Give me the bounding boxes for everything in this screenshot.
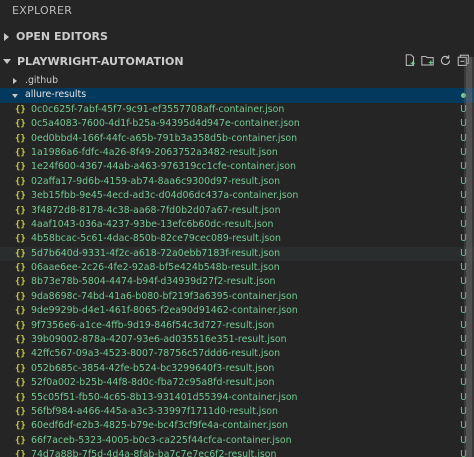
file-item[interactable]: {} 0c0c625f-7abf-45f7-9c91-ef3557708aff-c…	[0, 103, 474, 117]
json-file-icon: {}	[15, 205, 26, 216]
file-item[interactable]: {} 052b685c-3854-42fe-b524-bc3299640f3-re…	[0, 362, 474, 376]
json-file-icon: {}	[15, 119, 26, 130]
file-item[interactable]: {} 02affa17-9d6b-4159-ab74-8aa6c9300d97-r…	[0, 175, 474, 189]
refresh-icon[interactable]	[438, 53, 452, 67]
json-file-icon: {}	[15, 133, 26, 144]
file-label: 06aae6ee-2c26-4fe2-92a8-bf5e424b548b-res…	[31, 262, 280, 274]
file-label: 1e24f600-4367-44ab-a463-976319cc1cfe-con…	[31, 161, 296, 173]
chevron-down-icon	[12, 93, 18, 98]
json-file-icon: {}	[15, 291, 26, 302]
json-file-icon: {}	[15, 320, 26, 331]
file-label: 52f0a002-b25b-44f8-8d0c-fba72c95a8fd-res…	[31, 377, 275, 389]
file-item[interactable]: {} 56fbf984-a466-445a-a3c3-33997f1711d0-r…	[0, 405, 474, 419]
file-label: 02affa17-9d6b-4159-ab74-8aa6c9300d97-res…	[31, 175, 281, 187]
json-file-icon: {}	[15, 104, 26, 115]
file-item[interactable]: {} 9f7356e6-a1ce-4ffb-9d19-846f54c3d727-r…	[0, 319, 474, 333]
section-open-editors[interactable]: OPEN EDITORS	[0, 28, 474, 45]
file-label: 9de9929b-d4e1-461f-8065-f2ea90d91462-con…	[31, 305, 298, 317]
file-item[interactable]: {} 9da8698c-74bd-41a6-b080-bf219f3a6395-c…	[0, 290, 474, 304]
json-file-icon: {}	[15, 421, 26, 432]
file-list: {} 0c0c625f-7abf-45f7-9c91-ef3557708aff-c…	[0, 103, 474, 457]
file-item[interactable]: {} 5d7b640d-9331-4f2c-a618-72a0ebb7183f-r…	[0, 246, 474, 262]
file-label: 60edf6df-e2b3-4825-b79e-bc4f3cf9fe4a-con…	[31, 420, 288, 432]
json-file-icon: {}	[15, 392, 26, 403]
file-tree: .github allure-results {} 0c0c625f-7abf-4…	[0, 74, 474, 457]
folder-label: allure-results	[25, 89, 87, 101]
json-file-icon: {}	[15, 378, 26, 389]
json-file-icon: {}	[15, 277, 26, 288]
file-item[interactable]: {} 52f0a002-b25b-44f8-8d0c-fba72c95a8fd-r…	[0, 376, 474, 390]
scrollbar-thumb[interactable]	[466, 57, 472, 457]
file-label: 4aaf1043-036a-4237-93be-13efc6b60dc-resu…	[31, 218, 274, 230]
file-label: 42ffc567-09a3-4523-8007-78756c57ddd6-res…	[31, 348, 281, 360]
folder-allure-results[interactable]: allure-results	[0, 88, 474, 103]
file-label: 39b09002-878a-4207-93e6-ad035516e351-res…	[31, 334, 287, 346]
section-project[interactable]: PLAYWRIGHT-AUTOMATION	[0, 53, 474, 70]
file-item[interactable]: {} 66f7aceb-5323-4005-b0c3-ca225f44cfca-c…	[0, 434, 474, 448]
json-file-icon: {}	[15, 406, 26, 417]
json-file-icon: {}	[15, 219, 26, 230]
explorer-panel: EXPLORER OPEN EDITORS PLAYWRIGHT-AUTOMAT…	[0, 0, 474, 457]
json-file-icon: {}	[15, 162, 26, 173]
chevron-down-icon	[3, 59, 11, 64]
file-label: 3f4872d8-8178-4c38-aa68-7fd0b2d07a67-res…	[31, 204, 281, 216]
folder-github[interactable]: .github	[0, 74, 474, 88]
file-label: 0c5a4083-7600-4d1f-b25a-94395d4d947e-con…	[31, 118, 300, 130]
json-file-icon: {}	[15, 248, 26, 259]
json-file-icon: {}	[15, 176, 26, 187]
file-item[interactable]: {} 1e24f600-4367-44ab-a463-976319cc1cfe-c…	[0, 160, 474, 174]
file-item[interactable]: {} 3eb15fbb-9e45-4ecd-ad3c-d04d06dc437a-c…	[0, 189, 474, 203]
folder-label: .github	[25, 75, 59, 86]
scrollbar[interactable]	[464, 57, 474, 457]
file-label: 9da8698c-74bd-41a6-b080-bf219f3a6395-con…	[31, 290, 298, 302]
json-file-icon: {}	[15, 363, 26, 374]
json-file-icon: {}	[15, 191, 26, 202]
json-file-icon: {}	[15, 263, 26, 274]
file-item[interactable]: {} 4aaf1043-036a-4237-93be-13efc6b60dc-re…	[0, 218, 474, 232]
chevron-right-icon	[4, 32, 9, 41]
file-item[interactable]: {} 1a1986a6-fdfc-4a26-8f49-2063752a3482-r…	[0, 146, 474, 160]
file-item[interactable]: {} 3f4872d8-8178-4c38-aa68-7fd0b2d07a67-r…	[0, 204, 474, 218]
file-label: 052b685c-3854-42fe-b524-bc3299640f3-resu…	[31, 362, 275, 374]
file-item[interactable]: {} 74d7a88b-7f5d-4d4a-8fab-ba7c7e7ec6f2-r…	[0, 448, 474, 457]
file-label: 1a1986a6-fdfc-4a26-8f49-2063752a3482-res…	[31, 146, 278, 158]
new-folder-icon[interactable]	[420, 53, 434, 67]
file-item[interactable]: {} 9de9929b-d4e1-461f-8065-f2ea90d91462-c…	[0, 304, 474, 318]
chevron-right-icon	[13, 78, 17, 85]
json-file-icon: {}	[15, 234, 26, 245]
file-label: 56fbf984-a466-445a-a3c3-33997f1711d0-res…	[31, 405, 278, 417]
new-file-icon[interactable]	[402, 53, 416, 67]
file-label: 74d7a88b-7f5d-4d4a-8fab-ba7c7e7ec6f2-res…	[31, 449, 277, 457]
json-file-icon: {}	[15, 335, 26, 346]
json-file-icon: {}	[15, 147, 26, 158]
file-item[interactable]: {} 06aae6ee-2c26-4fe2-92a8-bf5e424b548b-r…	[0, 261, 474, 275]
json-file-icon: {}	[15, 349, 26, 360]
file-item[interactable]: {} 4b58bcac-5c61-4dac-850b-82ce79cec089-r…	[0, 232, 474, 246]
section-open-editors-label: OPEN EDITORS	[16, 30, 108, 43]
section-project-label: PLAYWRIGHT-AUTOMATION	[17, 55, 184, 68]
file-item[interactable]: {} 8b73e78b-5804-4474-b94f-d34939d27f2-re…	[0, 275, 474, 289]
json-file-icon: {}	[15, 306, 26, 317]
file-label: 4b58bcac-5c61-4dac-850b-82ce79cec089-res…	[31, 233, 281, 245]
file-label: 0ed0bbd4-166f-44fc-a65b-791b3a358d5b-con…	[31, 132, 298, 144]
file-item[interactable]: {} 42ffc567-09a3-4523-8007-78756c57ddd6-r…	[0, 347, 474, 361]
file-item[interactable]: {} 60edf6df-e2b3-4825-b79e-bc4f3cf9fe4a-c…	[0, 419, 474, 433]
section-actions	[402, 53, 470, 67]
json-file-icon: {}	[15, 450, 26, 457]
file-label: 9f7356e6-a1ce-4ffb-9d19-846f54c3d727-res…	[31, 319, 275, 331]
file-label: 3eb15fbb-9e45-4ecd-ad3c-d04d06dc437a-con…	[31, 190, 299, 202]
file-item[interactable]: {} 55c05f51-fb50-4c65-8b13-931401d55394-c…	[0, 391, 474, 405]
file-label: 0c0c625f-7abf-45f7-9c91-ef3557708aff-con…	[31, 103, 285, 115]
file-item[interactable]: {} 39b09002-878a-4207-93e6-ad035516e351-r…	[0, 333, 474, 347]
file-label: 66f7aceb-5323-4005-b0c3-ca225f44cfca-con…	[31, 434, 292, 446]
file-item[interactable]: {} 0ed0bbd4-166f-44fc-a65b-791b3a358d5b-c…	[0, 132, 474, 146]
file-label: 55c05f51-fb50-4c65-8b13-931401d55394-con…	[31, 391, 298, 403]
file-item[interactable]: {} 0c5a4083-7600-4d1f-b25a-94395d4d947e-c…	[0, 117, 474, 131]
file-label: 5d7b640d-9331-4f2c-a618-72a0ebb7183f-res…	[31, 247, 281, 259]
file-label: 8b73e78b-5804-4474-b94f-d34939d27f2-resu…	[31, 276, 276, 288]
json-file-icon: {}	[15, 435, 26, 446]
